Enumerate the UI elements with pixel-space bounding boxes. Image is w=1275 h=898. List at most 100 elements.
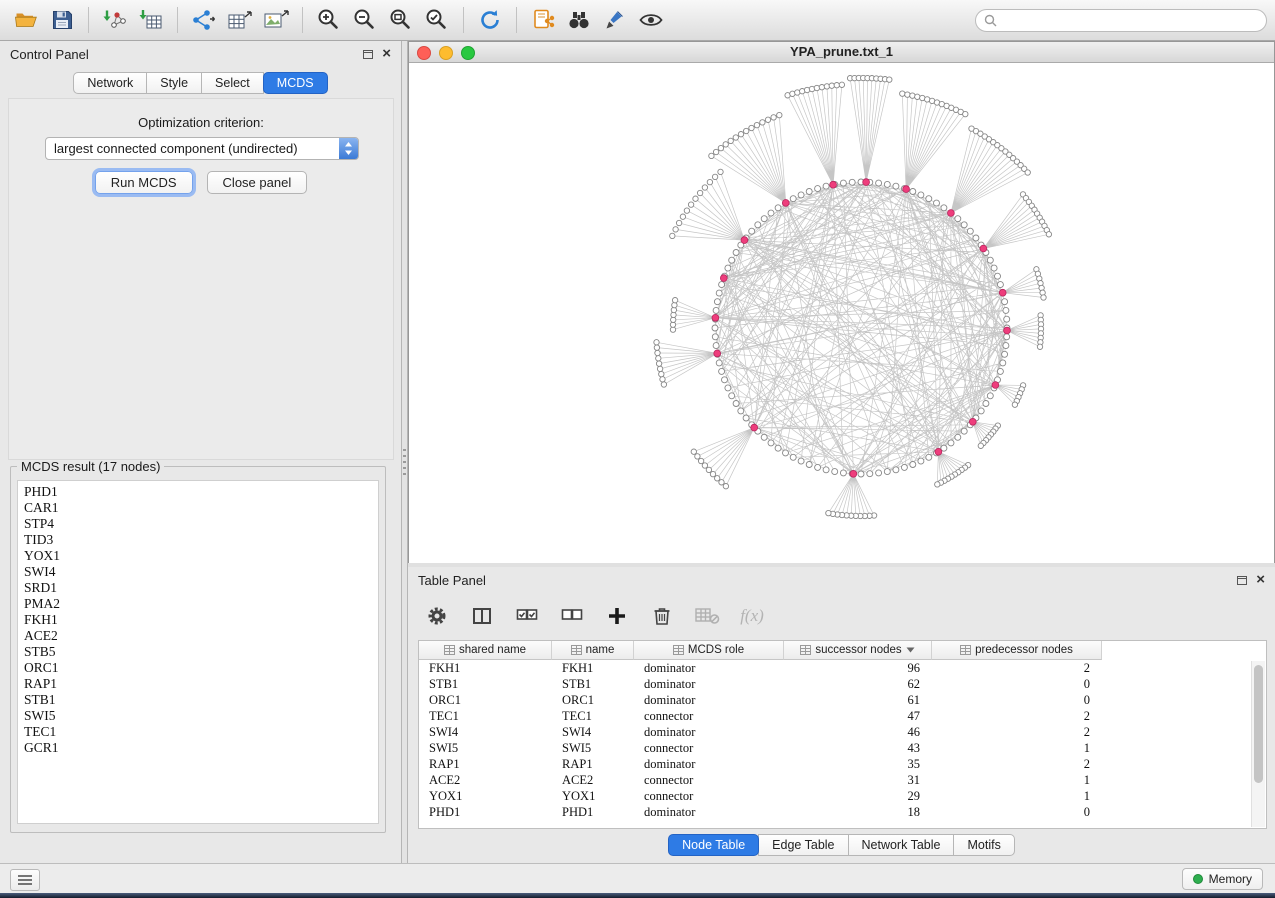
mcds-result-item[interactable]: ACE2 [24,628,378,644]
refresh-button[interactable] [472,5,508,35]
table-cell: 43 [784,741,932,756]
style-pen-button[interactable] [597,5,633,35]
zoom-out-button[interactable] [347,5,383,35]
mcds-result-item[interactable]: STB5 [24,644,378,660]
optimization-dropdown-value: largest connected component (undirected) [46,141,339,156]
table-row[interactable]: ACE2ACE2connector311 [419,772,1266,788]
tab-edge-table[interactable]: Edge Table [758,834,848,856]
float-table-panel-icon[interactable] [1237,576,1247,585]
mcds-result-item[interactable]: SRD1 [24,580,378,596]
table-cell: 2 [932,661,1102,676]
select-all-button[interactable] [514,602,540,630]
memory-button[interactable]: Memory [1182,868,1263,890]
export-image-button[interactable] [258,5,294,35]
eye-button[interactable] [633,5,669,35]
table-row[interactable]: SWI4SWI4dominator462 [419,724,1266,740]
table-cell: dominator [634,661,784,676]
mcds-result-item[interactable]: GCR1 [24,740,378,756]
scrollbar-thumb[interactable] [1254,665,1263,783]
column-header-name[interactable]: name [552,641,634,660]
table-row[interactable]: PHD1PHD1dominator180 [419,804,1266,820]
export-table-button[interactable] [222,5,258,35]
mcds-result-item[interactable]: STP4 [24,516,378,532]
mcds-result-item[interactable]: CAR1 [24,500,378,516]
open-folder-icon [14,8,38,32]
main-toolbar [0,0,1275,41]
table-cell: 2 [932,725,1102,740]
import-network-button[interactable] [97,5,133,35]
node-table-header: shared namenameMCDS rolesuccessor nodesp… [419,641,1266,660]
mcds-result-item[interactable]: ORC1 [24,660,378,676]
zoom-in-button[interactable] [311,5,347,35]
mcds-result-item[interactable]: TID3 [24,532,378,548]
tab-network-table[interactable]: Network Table [848,834,955,856]
columns-button[interactable] [469,602,495,630]
gear-button[interactable] [424,602,450,630]
tab-node-table[interactable]: Node Table [668,834,759,856]
clipboard-share-button[interactable] [525,5,561,35]
mcds-result-item[interactable]: SWI4 [24,564,378,580]
network-canvas[interactable] [409,63,1274,563]
network-view-window: YPA_prune.txt_1 [408,41,1275,563]
table-panel: Table Panel × f(x) shared namenameMCDS r… [408,567,1275,863]
tab-motifs[interactable]: Motifs [953,834,1014,856]
mcds-result-item[interactable]: FKH1 [24,612,378,628]
mcds-result-item[interactable]: SWI5 [24,708,378,724]
toolbar-separator [302,7,303,33]
table-cell: ORC1 [552,693,634,708]
toolbar-separator [463,7,464,33]
tab-network[interactable]: Network [73,72,147,94]
add-icon [607,606,627,626]
table-row[interactable]: YOX1YOX1connector291 [419,788,1266,804]
close-table-panel-icon[interactable]: × [1256,575,1265,585]
table-row[interactable]: ORC1ORC1dominator610 [419,692,1266,708]
mcds-result-item[interactable]: STB1 [24,692,378,708]
tab-select[interactable]: Select [201,72,264,94]
mcds-result-item[interactable]: RAP1 [24,676,378,692]
import-table-button[interactable] [133,5,169,35]
column-header-shared-name[interactable]: shared name [419,641,552,660]
table-cell: 96 [784,661,932,676]
column-header-predecessor-nodes[interactable]: predecessor nodes [932,641,1102,660]
unselect-all-button[interactable] [559,602,585,630]
table-cell: dominator [634,677,784,692]
save-button[interactable] [44,5,80,35]
run-mcds-button[interactable]: Run MCDS [95,171,193,194]
zoom-selected-button[interactable] [419,5,455,35]
unselect-all-icon [560,605,584,627]
control-panel-tabs: NetworkStyleSelectMCDS [0,72,401,94]
tab-mcds[interactable]: MCDS [263,72,328,94]
mcds-result-item[interactable]: TEC1 [24,724,378,740]
mcds-result-group: MCDS result (17 nodes) PHD1CAR1STP4TID3Y… [10,459,386,833]
panel-toggle-button[interactable] [10,869,40,891]
export-image-icon [262,8,290,32]
table-row[interactable]: RAP1RAP1dominator352 [419,756,1266,772]
float-panel-icon[interactable] [363,50,373,59]
zoom-fit-button[interactable] [383,5,419,35]
add-button[interactable] [604,602,630,630]
table-row[interactable]: TEC1TEC1connector472 [419,708,1266,724]
tab-style[interactable]: Style [146,72,202,94]
table-cell: FKH1 [552,661,634,676]
mcds-result-item[interactable]: PHD1 [24,484,378,500]
open-folder-button[interactable] [8,5,44,35]
trash-button[interactable] [649,602,675,630]
table-scrollbar[interactable] [1251,661,1265,827]
column-header-MCDS-role[interactable]: MCDS role [634,641,784,660]
table-row[interactable]: FKH1FKH1dominator962 [419,660,1266,676]
optimization-dropdown[interactable]: largest connected component (undirected) [45,137,359,160]
search-box[interactable] [975,9,1267,32]
mcds-result-item[interactable]: PMA2 [24,596,378,612]
table-cell: YOX1 [552,789,634,804]
column-header-successor-nodes[interactable]: successor nodes [784,641,932,660]
export-network-button[interactable] [186,5,222,35]
table-row[interactable]: STB1STB1dominator620 [419,676,1266,692]
mcds-result-item[interactable]: YOX1 [24,548,378,564]
sort-caret-icon [906,647,915,653]
close-control-panel-icon[interactable]: × [382,49,391,59]
binoculars-button[interactable] [561,5,597,35]
search-input[interactable] [1002,12,1258,28]
close-panel-button[interactable]: Close panel [207,171,308,194]
table-row[interactable]: SWI5SWI5connector431 [419,740,1266,756]
column-grid-icon [960,645,971,655]
